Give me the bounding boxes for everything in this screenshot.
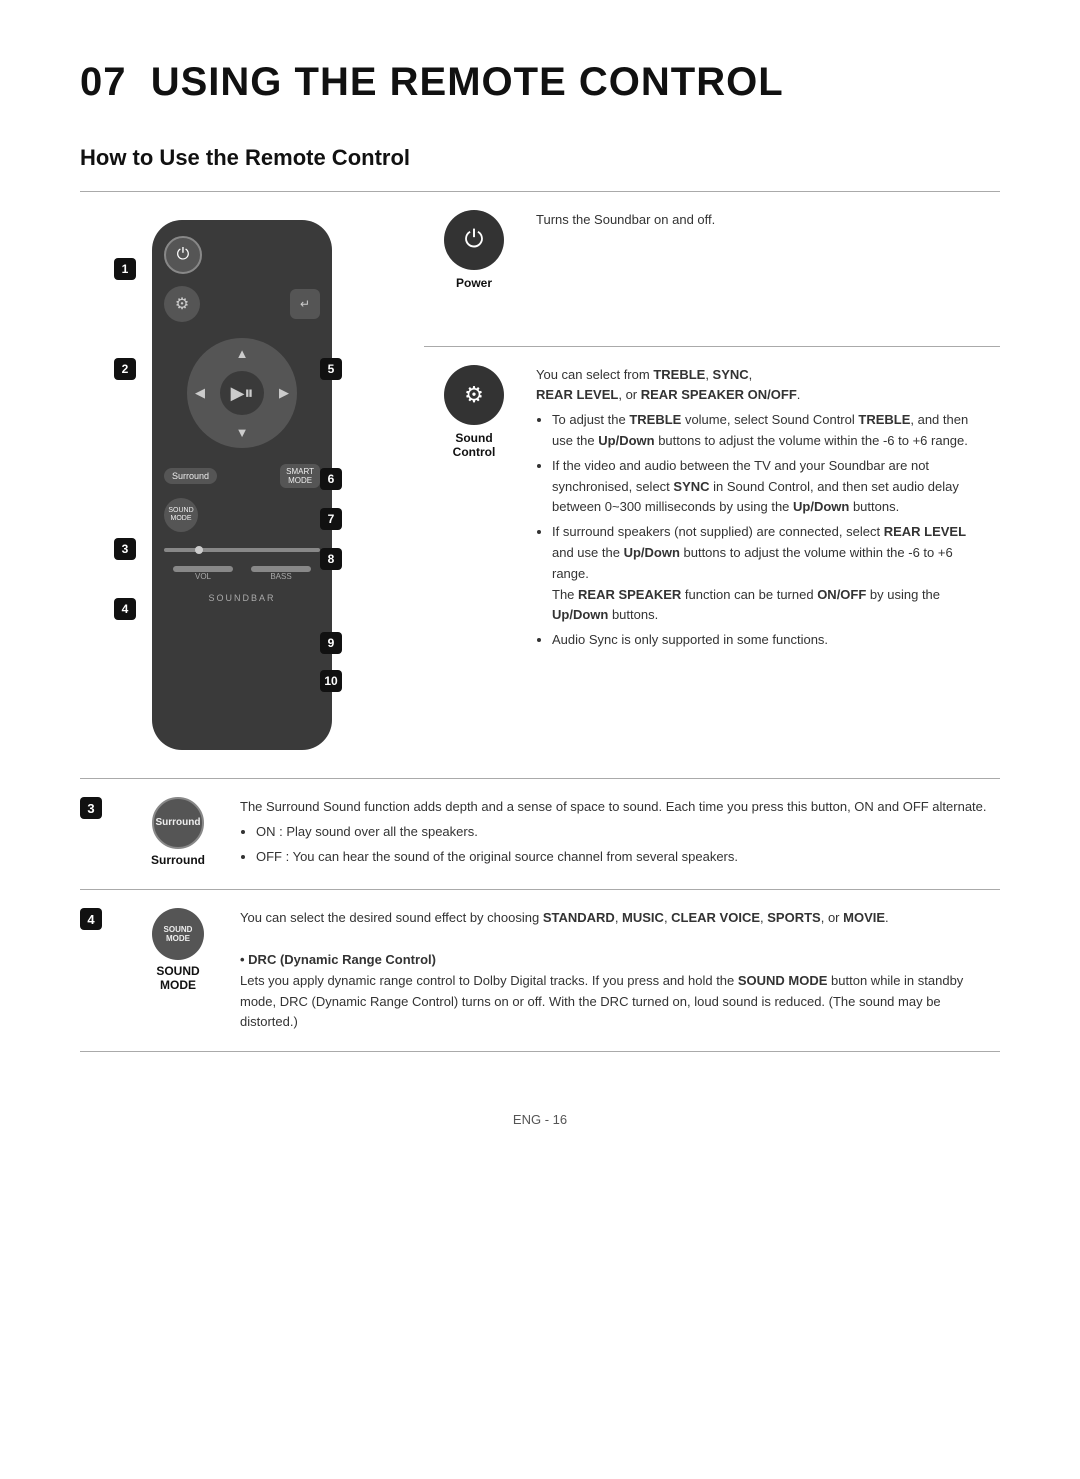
sound-mode-badge-cell: 4 <box>80 890 128 1052</box>
sound-mode-button[interactable]: SOUNDMODE <box>164 498 198 532</box>
dpad[interactable]: ▲ ▼ ◀ ▶ ▶⏸ <box>187 338 297 448</box>
remote-section: 1 2 3 4 5 <box>92 210 412 760</box>
badge-6: 6 <box>320 468 342 490</box>
surround-button[interactable]: Surround <box>164 468 217 484</box>
surround-row: 3 Surround Surround The Surround Sound f… <box>80 779 1000 890</box>
dpad-right-arrow: ▶ <box>279 385 289 401</box>
sound-mode-row: 4 SOUNDMODE SOUND MODE You can select th… <box>80 890 1000 1052</box>
settings-button[interactable]: ⚙ <box>164 286 200 322</box>
badge-3: 3 <box>114 538 136 560</box>
badge-4: 4 <box>114 598 136 620</box>
remote-diagram-cell: 1 2 3 4 5 <box>80 192 424 779</box>
dpad-down-arrow: ▼ <box>236 425 249 440</box>
sound-control-icon-cell: ⚙ Sound Control <box>424 346 524 778</box>
power-icon-label: Power <box>436 276 512 290</box>
dpad-up-arrow: ▲ <box>236 346 249 361</box>
power-icon-circle: ⏻ <box>444 210 504 270</box>
badge-9: 9 <box>320 632 342 654</box>
dpad-left-arrow: ◀ <box>195 385 205 401</box>
sound-control-icon-label: Sound Control <box>436 431 512 459</box>
surround-label: Surround <box>140 853 216 867</box>
page-title: 07 USING THE REMOTE CONTROL <box>80 60 1000 105</box>
badge-8: 8 <box>320 548 342 570</box>
input-button[interactable]: ↵ <box>290 289 320 319</box>
sound-control-icon-circle: ⚙ <box>444 365 504 425</box>
power-desc-cell: Turns the Soundbar on and off. <box>524 192 1000 347</box>
vol-label: VOL <box>173 572 233 581</box>
bass-slider[interactable] <box>251 566 311 572</box>
dpad-center[interactable]: ▶⏸ <box>220 371 264 415</box>
sound-mode-icon-cell: SOUNDMODE SOUND MODE <box>128 890 228 1052</box>
surround-icon-cell: Surround Surround <box>128 779 228 890</box>
surround-badge-cell: 3 <box>80 779 128 890</box>
badge-7: 7 <box>320 508 342 530</box>
badge-1: 1 <box>114 258 136 280</box>
vol-slider[interactable] <box>173 566 233 572</box>
smart-mode-button[interactable]: SMARTMODE <box>280 464 320 488</box>
main-table: 1 2 3 4 5 <box>80 191 1000 779</box>
sound-mode-desc-cell: You can select the desired sound effect … <box>228 890 1000 1052</box>
page-footer: ENG - 16 <box>80 1112 1000 1127</box>
sound-mode-icon[interactable]: SOUNDMODE <box>152 908 204 960</box>
remote-body: ⏻ ⚙ ↵ ▲ ▼ ◀ ▶ <box>152 220 332 750</box>
lower-table: 3 Surround Surround The Surround Sound f… <box>80 779 1000 1052</box>
badge-2: 2 <box>114 358 136 380</box>
surround-icon[interactable]: Surround <box>152 797 204 849</box>
power-icon-cell: ⏻ Power <box>424 192 524 347</box>
sound-mode-label: SOUND MODE <box>140 964 216 992</box>
bass-label: BASS <box>251 572 311 581</box>
power-button[interactable]: ⏻ <box>164 236 202 274</box>
surround-desc-cell: The Surround Sound function adds depth a… <box>228 779 1000 890</box>
section-title: How to Use the Remote Control <box>80 145 1000 171</box>
badge-10: 10 <box>320 670 342 692</box>
badge-5: 5 <box>320 358 342 380</box>
sound-control-desc-cell: You can select from TREBLE, SYNC, REAR L… <box>524 346 1000 778</box>
soundbar-label: SOUNDBAR <box>208 593 275 603</box>
